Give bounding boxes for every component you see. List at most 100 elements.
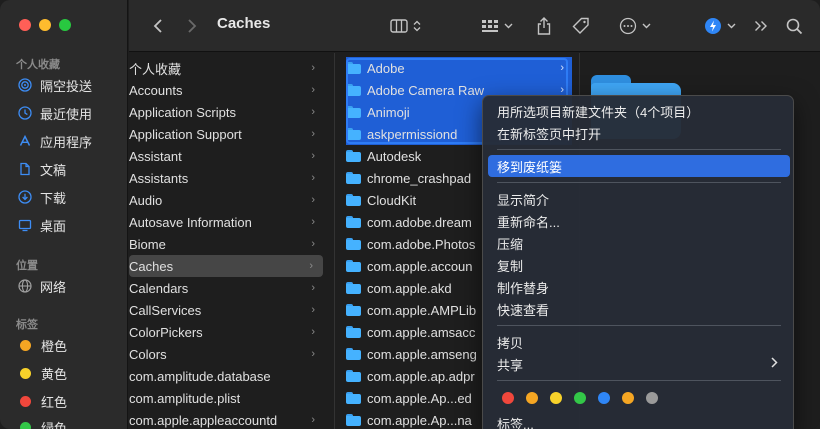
chevron-right-icon: › [311, 326, 315, 338]
list-item[interactable]: Autosave Information › [129, 211, 325, 233]
chevron-right-icon: › [311, 238, 315, 250]
share-button[interactable] [533, 14, 555, 38]
sidebar-tag-red[interactable]: 红色 [18, 391, 67, 411]
chevron-right-icon: › [311, 414, 315, 426]
grid-group-icon [482, 20, 498, 32]
tag-color-orange[interactable] [526, 392, 538, 404]
chevron-down-icon [642, 23, 651, 29]
list-item[interactable]: Audio › [129, 189, 325, 211]
menu-separator [497, 149, 781, 150]
sidebar-item-desktop[interactable]: 桌面 [18, 215, 66, 235]
zoom-window-button[interactable] [59, 19, 71, 31]
window-controls [19, 19, 71, 31]
tag-color-grey[interactable] [646, 392, 658, 404]
menu-item-open-in-new-tab[interactable]: 在新标签页中打开 [488, 122, 790, 144]
list-item[interactable]: Colors › [129, 343, 325, 365]
folder-icon [346, 194, 361, 206]
chevron-right-icon: › [560, 62, 564, 74]
chevron-right-icon [771, 357, 778, 371]
tag-dot-icon [20, 421, 31, 429]
list-item[interactable]: Assistants › [129, 167, 325, 189]
tag-color-yellow[interactable] [550, 392, 562, 404]
list-item[interactable]: 个人收藏 › [129, 57, 325, 79]
close-window-button[interactable] [19, 19, 31, 31]
toolbar-overflow-button[interactable] [751, 14, 771, 38]
clock-icon [18, 106, 32, 120]
menu-item-copy[interactable]: 拷贝 [488, 331, 790, 353]
minimize-window-button[interactable] [39, 19, 51, 31]
tags-header: 标签 [16, 319, 38, 331]
menu-item-make-alias[interactable]: 制作替身 [488, 276, 790, 298]
folder-icon [346, 348, 361, 360]
sidebar-item-downloads[interactable]: 下载 [18, 187, 66, 207]
folder-icon [346, 326, 361, 338]
document-icon [18, 162, 32, 176]
folder-icon [346, 106, 361, 118]
list-item[interactable]: CallServices › [129, 299, 325, 321]
search-button[interactable] [783, 14, 805, 38]
menu-separator [497, 182, 781, 183]
chevron-left-icon [153, 19, 162, 33]
list-item[interactable]: Assistant › [129, 145, 325, 167]
menu-item-share[interactable]: 共享 [488, 353, 790, 375]
folder-icon [346, 128, 361, 140]
context-menu: 用所选项目新建文件夹（4个项目） 在新标签页中打开 移到废纸篓 显示简介 重新命… [482, 95, 794, 429]
network-globe-icon [18, 279, 32, 293]
sidebar-item-airdrop[interactable]: 隔空投送 [18, 75, 92, 95]
menu-item-tags[interactable]: 标签... [488, 412, 790, 429]
action-menu-button[interactable] [615, 14, 655, 38]
chevron-right-icon: › [311, 172, 315, 184]
applications-icon [18, 134, 32, 148]
tag-color-picker [502, 392, 658, 404]
tag-color-purple[interactable] [622, 392, 634, 404]
sidebar-item-applications[interactable]: 应用程序 [18, 131, 92, 151]
sidebar-tag-green[interactable]: 绿色 [18, 417, 67, 429]
ellipsis-circle-icon [619, 17, 637, 35]
menu-item-compress[interactable]: 压缩 [488, 232, 790, 254]
list-item[interactable]: ColorPickers › [129, 321, 325, 343]
back-button[interactable] [147, 14, 169, 38]
list-item[interactable]: com.amplitude.database [129, 365, 325, 387]
chevron-down-icon [727, 23, 736, 29]
sidebar-item-label: 橙色 [41, 338, 68, 354]
extension-button[interactable] [701, 14, 739, 38]
folder-icon [346, 282, 361, 294]
menu-item-rename[interactable]: 重新命名... [488, 210, 790, 232]
sidebar-item-documents[interactable]: 文稿 [18, 159, 66, 179]
tag-color-blue[interactable] [598, 392, 610, 404]
sidebar-item-label: 下载 [40, 190, 67, 206]
chevron-right-icon: › [311, 194, 315, 206]
view-mode-button[interactable] [385, 14, 425, 38]
list-item[interactable]: Application Support › [129, 123, 325, 145]
tag-color-red[interactable] [502, 392, 514, 404]
folder-icon [346, 84, 361, 96]
list-item-selected[interactable]: Caches › [129, 255, 323, 277]
folder-icon [346, 260, 361, 272]
menu-item-new-folder-with-selection[interactable]: 用所选项目新建文件夹（4个项目） [488, 100, 790, 122]
sidebar-tag-orange[interactable]: 橙色 [18, 335, 67, 355]
window-title: Caches [217, 15, 271, 32]
list-item[interactable]: Accounts › [129, 79, 325, 101]
list-item[interactable]: Application Scripts › [129, 101, 325, 123]
list-item[interactable]: Calendars › [129, 277, 325, 299]
tag-color-green[interactable] [574, 392, 586, 404]
menu-item-duplicate[interactable]: 复制 [488, 254, 790, 276]
chevron-down-icon [504, 23, 513, 29]
sidebar-item-label: 应用程序 [40, 134, 93, 150]
menu-item-move-to-trash[interactable]: 移到废纸篓 [488, 155, 790, 177]
list-item[interactable]: Biome › [129, 233, 325, 255]
sidebar-tag-yellow[interactable]: 黄色 [18, 363, 67, 383]
group-button[interactable] [477, 14, 517, 38]
sidebar-item-network[interactable]: 网络 [18, 276, 66, 296]
download-icon [18, 190, 32, 204]
tag-button[interactable] [569, 14, 593, 38]
list-item[interactable]: com.amplitude.plist [129, 387, 325, 409]
list-item-selected[interactable]: Adobe › [346, 57, 572, 79]
menu-item-label: 共享 [497, 357, 524, 373]
tag-dot-icon [20, 395, 31, 407]
sidebar-item-recents[interactable]: 最近使用 [18, 103, 92, 123]
forward-button[interactable] [181, 14, 203, 38]
menu-item-get-info[interactable]: 显示简介 [488, 188, 790, 210]
menu-item-quick-look[interactable]: 快速查看 [488, 298, 790, 320]
list-item[interactable]: com.apple.appleaccountd › [129, 409, 325, 429]
